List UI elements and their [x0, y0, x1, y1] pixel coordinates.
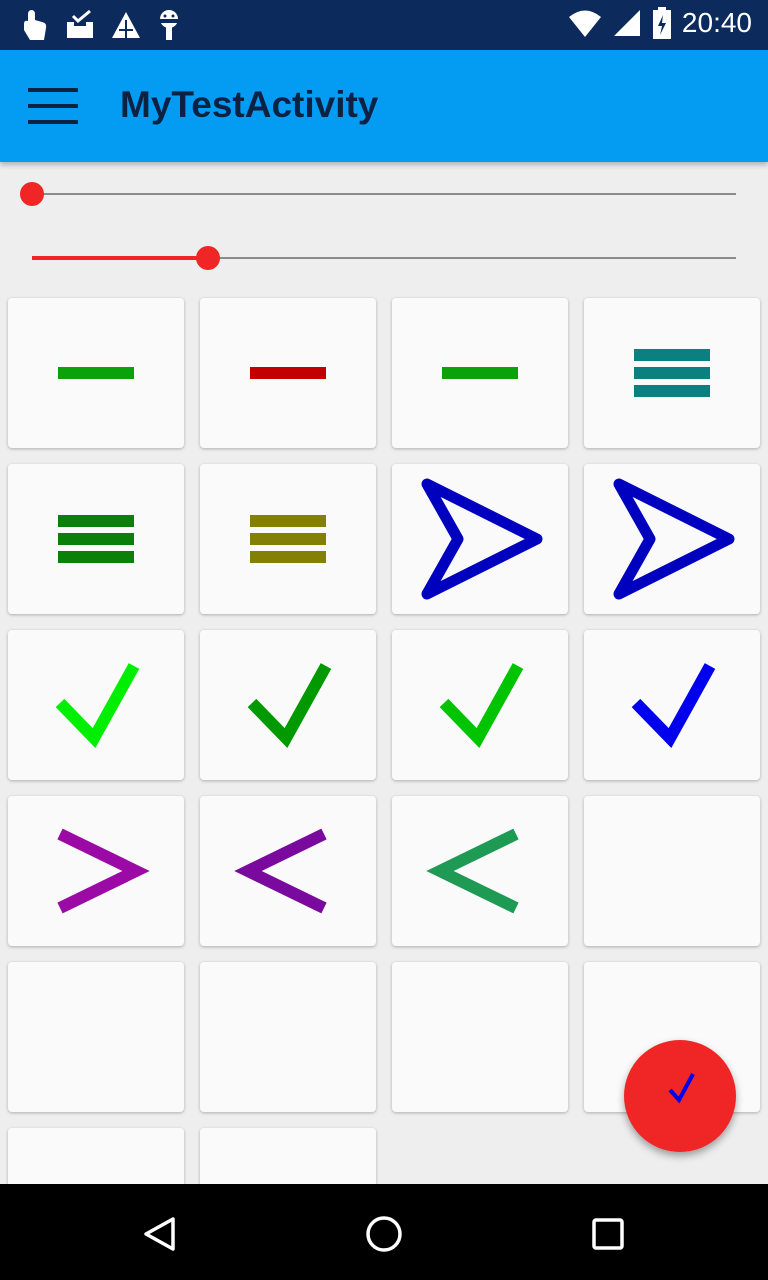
status-time: 20:40: [681, 7, 752, 38]
android-icon: [160, 10, 178, 40]
grid-card[interactable]: [392, 298, 568, 448]
check-icon: [55, 663, 140, 748]
send-arrow-icon: [613, 478, 735, 600]
send-arrow-icon: [421, 478, 543, 600]
chevron-left-icon: [234, 828, 327, 914]
grid-card[interactable]: [200, 630, 376, 780]
grid-card[interactable]: [8, 298, 184, 448]
slider-thumb[interactable]: [20, 182, 44, 206]
grid-card[interactable]: [584, 796, 760, 946]
grid-card[interactable]: [200, 796, 376, 946]
touch-icon: [24, 10, 47, 40]
check-icon: [439, 663, 524, 748]
slider-2[interactable]: [20, 238, 740, 278]
slider-thumb[interactable]: [196, 246, 220, 270]
grid-card[interactable]: [392, 630, 568, 780]
chevron-left-icon: [426, 828, 519, 914]
grid-card[interactable]: [200, 464, 376, 614]
app-title: MyTestActivity: [120, 84, 379, 125]
grid-card[interactable]: [392, 464, 568, 614]
battery-charging-icon: [652, 7, 671, 39]
check-icon: [247, 663, 332, 748]
check-icon: [668, 1073, 695, 1104]
menu-lines-icon: [58, 515, 134, 563]
grid-card[interactable]: [392, 962, 568, 1112]
grid-card[interactable]: [200, 962, 376, 1112]
signal-icon: [613, 10, 640, 36]
grid-card[interactable]: [584, 630, 760, 780]
fab-button[interactable]: [624, 1040, 736, 1152]
grid-card[interactable]: [8, 464, 184, 614]
grid-card[interactable]: [584, 298, 760, 448]
slider-1[interactable]: [20, 174, 740, 214]
app-bar: MyTestActivity: [0, 50, 768, 162]
wifi-icon: [568, 10, 601, 37]
back-icon[interactable]: [134, 1208, 186, 1260]
grid-card[interactable]: [584, 464, 760, 614]
grid-card[interactable]: [8, 796, 184, 946]
inbox-check-icon: [67, 9, 93, 38]
status-bar: 20:40: [0, 0, 768, 50]
grid-card[interactable]: [200, 298, 376, 448]
minus-icon: [58, 367, 134, 379]
chevron-right-icon: [57, 828, 150, 914]
slider-track: [32, 193, 736, 195]
check-icon: [631, 663, 716, 748]
system-icons: 20:40: [568, 6, 752, 40]
grid-card[interactable]: [392, 796, 568, 946]
grid-card[interactable]: [8, 962, 184, 1112]
recents-icon[interactable]: [582, 1208, 634, 1260]
minus-icon: [442, 367, 518, 379]
menu-lines-icon: [634, 349, 710, 397]
notification-icons: [20, 8, 182, 42]
grid-card[interactable]: [8, 630, 184, 780]
menu-lines-icon: [250, 515, 326, 563]
hamburger-menu-icon[interactable]: [22, 84, 86, 128]
home-icon[interactable]: [358, 1208, 410, 1260]
minus-icon: [250, 367, 326, 379]
navigation-bar: [0, 1184, 768, 1280]
slider-fill: [32, 256, 208, 260]
triangle-icon: [112, 12, 140, 38]
